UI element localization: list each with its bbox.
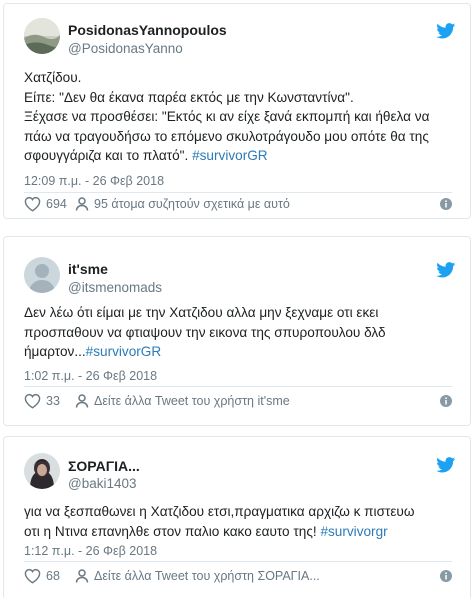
user-handle[interactable]: @PosidonasYanno [68, 41, 183, 56]
tweet-line-last: ήμαρτον...#survivorGR [24, 342, 452, 362]
tweet-text: Δεν λέω ότι είμαι με την Χατζιδου αλλα μ… [24, 303, 452, 362]
twitter-bird-icon[interactable] [436, 457, 456, 473]
tweet-line: πάω να τραγουδήσω το επόμενο σκυλοτράγου… [24, 128, 429, 144]
tweet-text: Χατζίδου. Είπε: "Δεν θα έκανα παρέα εκτό… [24, 68, 452, 166]
like-count: 68 [46, 569, 60, 583]
hashtag-link[interactable]: #survivorGR [192, 148, 268, 163]
user-handle[interactable]: @itsmenomads [68, 280, 162, 295]
heart-icon[interactable] [24, 568, 41, 584]
like-count: 694 [46, 197, 67, 211]
tweet-line-text: ήμαρτον... [24, 344, 86, 359]
tweet-text: για να ξεσπαθωνει η Χατζιδου ετσι,πραγμα… [24, 502, 452, 541]
person-icon [75, 569, 89, 583]
info-icon[interactable] [440, 570, 452, 582]
avatar[interactable] [24, 257, 60, 293]
tweet-feed: PosidonasYannopoulos @PosidonasYanno Χατ… [0, 0, 476, 598]
hashtag-link[interactable]: #survivorgr [320, 524, 387, 539]
tweet-line: Χατζίδου. [24, 70, 82, 85]
tweet-timestamp[interactable]: 12:09 π.μ. - 26 Φεβ 2018 [24, 174, 164, 188]
info-icon[interactable] [440, 198, 452, 210]
divider [24, 192, 452, 193]
user-name[interactable]: PosidonasYannopoulos [68, 22, 227, 38]
twitter-bird-icon[interactable] [436, 23, 456, 39]
tweet-actions: 694 95 άτομα συζητούν σχετικά με αυτό [24, 195, 452, 215]
hashtag-link[interactable]: #survivorGR [86, 344, 162, 359]
avatar-landscape-icon [24, 18, 60, 54]
user-name[interactable]: it'sme [68, 261, 108, 277]
avatar[interactable] [24, 18, 60, 54]
like-count: 33 [46, 394, 60, 408]
tweet-line-text: οτι η Ντινα επανηλθε στον παλιο κακο εαυ… [24, 523, 321, 539]
tweet-line: Δεν λέω ότι είμαι με την Χατζιδου αλλα μ… [24, 305, 379, 320]
tweet-timestamp[interactable]: 1:02 π.μ. - 26 Φεβ 2018 [24, 369, 157, 383]
more-tweets-link[interactable]: Δείτε άλλα Tweet του χρήστη it'sme [94, 394, 290, 408]
tweet-line-text: σφουγγάριζα και το πλατό". [24, 148, 193, 163]
tweet-line: Είπε: "Δεν θα έκανα παρέα εκτός με την Κ… [24, 89, 354, 105]
divider [24, 561, 452, 562]
tweet-line: προσπαθουν να φτιαψουν την εικονα της σπ… [24, 324, 386, 340]
tweet-timestamp[interactable]: 1:12 π.μ. - 26 Φεβ 2018 [24, 544, 157, 558]
person-icon [75, 394, 89, 408]
more-tweets-link[interactable]: Δείτε άλλα Tweet του χρήστη ΣΟΡΑΓΙΑ... [94, 569, 320, 583]
heart-icon[interactable] [24, 393, 41, 409]
info-icon[interactable] [440, 395, 452, 407]
conversation-link[interactable]: 95 άτομα συζητούν σχετικά με αυτό [94, 197, 290, 211]
tweet-line-last: σφουγγάριζα και το πλατό". #survivorGR [24, 146, 452, 166]
avatar-photo-icon [24, 453, 60, 489]
tweet-actions: 33 Δείτε άλλα Tweet του χρήστη it'sme [24, 392, 452, 412]
tweet-card[interactable]: it'sme @itsmenomads Δεν λέω ότι είμαι με… [3, 236, 471, 426]
avatar[interactable] [24, 453, 60, 489]
person-icon [75, 197, 89, 211]
avatar-default-icon [24, 257, 60, 293]
tweet-actions: 68 Δείτε άλλα Tweet του χρήστη ΣΟΡΑΓΙΑ..… [24, 567, 452, 587]
tweet-line-last: οτι η Ντινα επανηλθε στον παλιο κακο εαυ… [24, 522, 452, 542]
divider [24, 386, 452, 387]
twitter-bird-icon[interactable] [436, 262, 456, 278]
heart-icon[interactable] [24, 196, 41, 212]
tweet-card[interactable]: PosidonasYannopoulos @PosidonasYanno Χατ… [3, 3, 471, 219]
tweet-card[interactable]: ΣΟΡΑΓΙΑ... @baki1403 για να ξεσπαθωνει η… [3, 436, 471, 598]
tweet-line: Ξέχασε να προσθέσει: "Εκτός κι αν είχε ξ… [24, 109, 430, 124]
user-handle[interactable]: @baki1403 [68, 476, 137, 491]
tweet-line: για να ξεσπαθωνει η Χατζιδου ετσι,πραγμα… [24, 504, 415, 519]
user-name[interactable]: ΣΟΡΑΓΙΑ... [68, 458, 140, 474]
